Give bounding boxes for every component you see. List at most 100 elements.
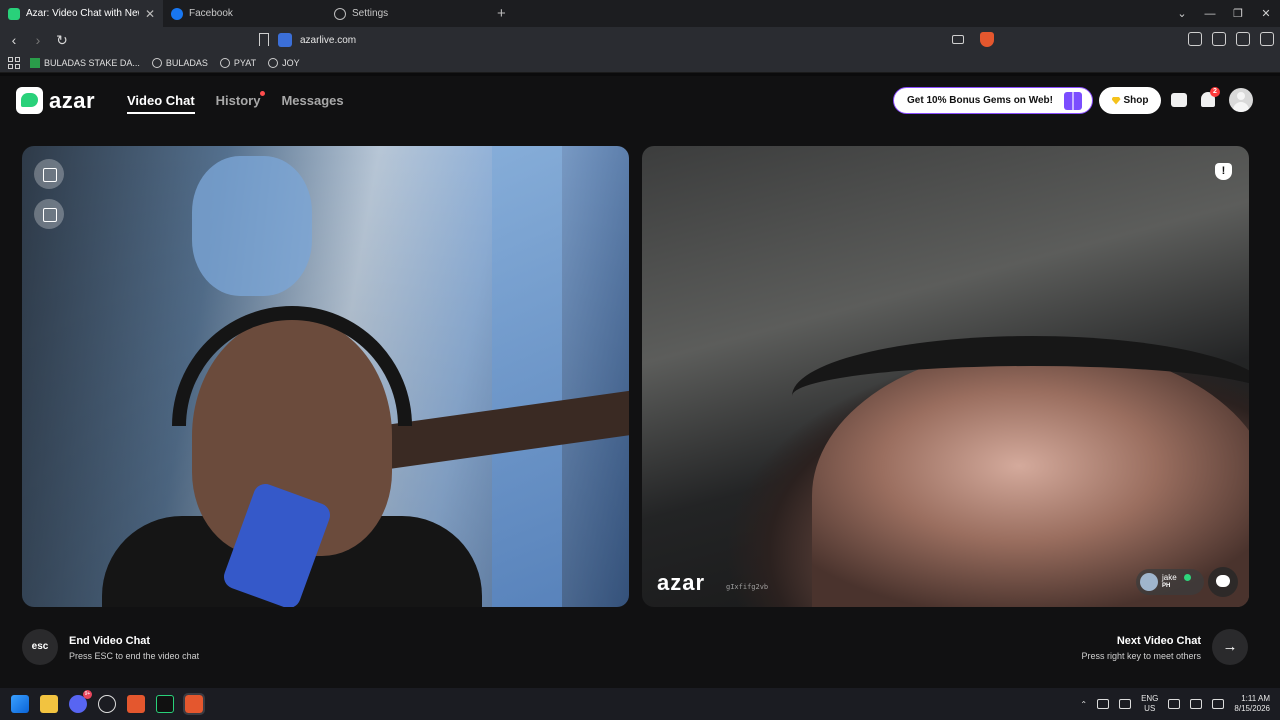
toolbar-right — [1188, 32, 1274, 46]
wall-mural — [192, 156, 312, 296]
gem-icon — [1111, 96, 1121, 105]
nav-video-chat[interactable]: Video Chat — [127, 93, 195, 114]
app-icon[interactable] — [156, 695, 174, 713]
end-chat-title: End Video Chat — [69, 635, 151, 647]
report-icon[interactable]: ! — [1215, 163, 1232, 180]
expand-icon[interactable] — [34, 159, 64, 189]
network-icon[interactable] — [1168, 699, 1181, 709]
bookmark-label: BULADAS — [165, 57, 208, 68]
window-controls: ⌄ — ❐ ✕ — [1168, 0, 1280, 27]
bookmark-icon[interactable] — [259, 33, 269, 46]
peer-avatar — [1140, 573, 1158, 591]
remote-video: ! azar gIxfifg2vb jake PH — [642, 146, 1249, 607]
promo-label: Get 10% Bonus Gems on Web! — [907, 95, 1053, 106]
close-tab-icon[interactable]: ✕ — [145, 7, 155, 21]
stake-favicon-icon — [30, 57, 40, 68]
apps-grid-icon[interactable] — [8, 56, 20, 69]
nav-history-label: History — [215, 93, 261, 108]
lang-region: US — [1144, 704, 1156, 713]
extensions-icon[interactable] — [1188, 32, 1202, 46]
tab-title: Azar: Video Chat with New Pe — [26, 8, 139, 19]
url-bar[interactable]: azarlive.com — [278, 30, 998, 50]
bookmark-label: JOY — [282, 57, 300, 68]
new-tab-button[interactable]: + — [489, 5, 514, 22]
shop-button[interactable]: Shop — [1099, 87, 1161, 114]
bookmark-item[interactable]: BULADAS STAKE DA... — [30, 57, 140, 68]
brave-icon[interactable] — [127, 695, 145, 713]
media-icon[interactable] — [1212, 32, 1226, 46]
s-favicon-icon — [219, 57, 230, 68]
clock[interactable]: 1:11 AM 8/15/2026 — [1234, 694, 1270, 714]
shop-label: Shop — [1123, 95, 1149, 106]
site-info-icon[interactable] — [278, 33, 292, 47]
bookmark-item[interactable]: PYAT — [219, 57, 257, 68]
local-video — [22, 146, 629, 607]
next-chat-button[interactable]: → — [1212, 629, 1248, 665]
battery-icon[interactable] — [1212, 699, 1225, 709]
address-toolbar: ‹ › ↻ azarlive.com — [0, 27, 1280, 53]
discord-icon[interactable]: 9+ — [69, 690, 92, 713]
maximize-button[interactable]: ❐ — [1224, 7, 1252, 20]
close-window-button[interactable]: ✕ — [1252, 7, 1280, 20]
bonus-gems-promo-button[interactable]: Get 10% Bonus Gems on Web! — [893, 87, 1093, 114]
gear-icon — [334, 7, 346, 20]
back-icon[interactable]: ‹ — [4, 32, 24, 48]
tab-title: Settings — [352, 8, 389, 19]
s-favicon-icon — [151, 57, 162, 68]
brave-active-icon[interactable] — [183, 693, 205, 715]
verified-icon — [1184, 574, 1191, 581]
file-explorer-icon[interactable] — [40, 695, 58, 713]
chat-bubble-icon[interactable] — [1208, 567, 1238, 597]
peer-name: jake — [1162, 573, 1177, 582]
azar-page: azar Video Chat History Messages Get 10%… — [0, 76, 1280, 688]
tab-search-icon[interactable]: ⌄ — [1168, 7, 1196, 20]
azar-watermark: azar — [657, 570, 706, 595]
remote-person-hair — [792, 336, 1249, 456]
magic-wand-icon[interactable] — [34, 199, 64, 229]
profile-avatar[interactable] — [1229, 88, 1253, 112]
discord-badge: 9+ — [83, 690, 92, 699]
nav-messages[interactable]: Messages — [281, 93, 343, 114]
minimize-button[interactable]: — — [1196, 8, 1224, 20]
nav-history[interactable]: History — [215, 91, 266, 114]
browser-tab-strip: Azar: Video Chat with New Pe ✕ Facebook … — [0, 0, 1280, 27]
peer-info: jake PH — [1162, 573, 1177, 591]
brave-shield-icon[interactable] — [980, 32, 994, 47]
system-tray: ⌃ ENG US 1:11 AM 8/15/2026 — [1080, 688, 1270, 720]
notification-badge: 2 — [1210, 87, 1220, 97]
bookmark-item[interactable]: BULADAS — [151, 57, 208, 68]
azar-favicon-icon — [8, 7, 20, 20]
tab-facebook[interactable]: Facebook — [163, 0, 326, 27]
bookmarks-bar: BULADAS STAKE DA... BULADAS PYAT JOY — [0, 53, 1280, 73]
forward-icon[interactable]: › — [28, 32, 48, 48]
next-chat-title: Next Video Chat — [1116, 635, 1201, 647]
azar-logo-icon — [16, 87, 43, 114]
obs-icon[interactable] — [98, 695, 116, 713]
lang-code: ENG — [1141, 694, 1159, 703]
microphone-icon[interactable] — [1119, 699, 1132, 709]
clock-time: 1:11 AM — [1241, 694, 1270, 703]
bookmark-item[interactable]: JOY — [268, 57, 300, 68]
bookmark-label: BULADAS STAKE DA... — [44, 57, 140, 68]
start-icon[interactable] — [11, 695, 29, 713]
reload-icon[interactable]: ↻ — [52, 32, 72, 49]
sync-icon[interactable] — [1097, 699, 1110, 709]
peer-profile-chip[interactable]: jake PH — [1136, 569, 1204, 595]
logo-text: azar — [49, 87, 96, 113]
peer-country: PH — [1162, 583, 1171, 589]
bookmark-label: PYAT — [233, 57, 257, 68]
volume-icon[interactable] — [1190, 699, 1203, 709]
headset — [172, 306, 412, 426]
tab-settings[interactable]: Settings — [326, 0, 489, 27]
next-chat-hint: Press right key to meet others — [1081, 651, 1201, 661]
chevron-up-icon[interactable]: ⌃ — [1080, 700, 1087, 709]
tab-azar[interactable]: Azar: Video Chat with New Pe ✕ — [0, 0, 163, 27]
end-chat-button[interactable]: esc — [22, 629, 58, 665]
sidebar-icon[interactable] — [1236, 32, 1250, 46]
language-indicator[interactable]: ENG US — [1141, 694, 1158, 714]
cast-icon[interactable] — [952, 35, 964, 44]
inbox-icon[interactable] — [1171, 93, 1187, 107]
url-text: azarlive.com — [300, 34, 357, 46]
menu-icon[interactable] — [1260, 32, 1274, 46]
azar-logo[interactable]: azar — [16, 87, 95, 114]
